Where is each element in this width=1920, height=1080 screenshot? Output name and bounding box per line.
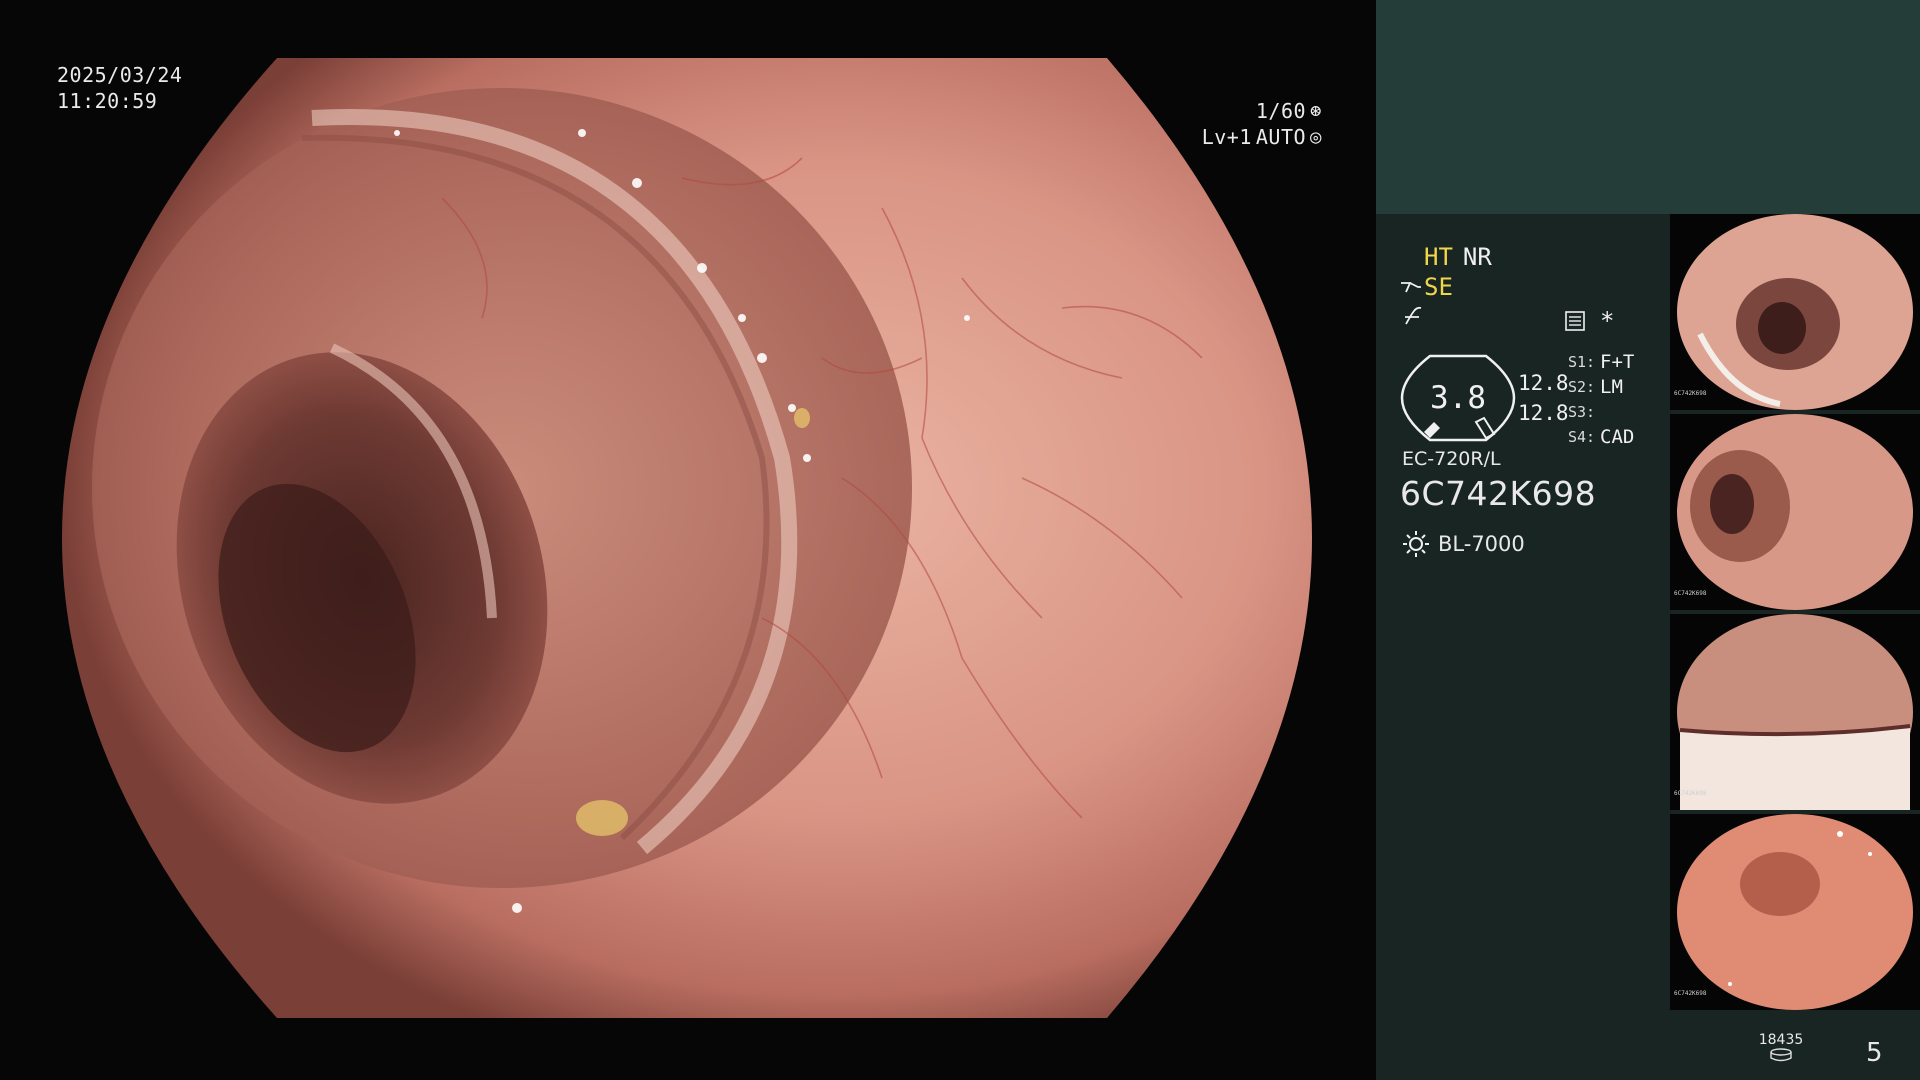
panel-header — [1376, 0, 1920, 214]
capture-counter: 18435 — [1756, 1032, 1806, 1066]
thumbnail-label: 6C742K698 — [1674, 590, 1707, 597]
storage-disk-icon — [1770, 1048, 1792, 1062]
page-number: 5 — [1866, 1038, 1883, 1068]
thumbnail-label: 6C742K698 — [1674, 390, 1707, 397]
switch-row-2: S2: LM — [1568, 375, 1634, 400]
light-source-model: BL-7000 — [1438, 532, 1525, 556]
iris-mode: AUTO — [1255, 125, 1307, 149]
color-mode-row — [1402, 304, 1424, 334]
thumbnail-image — [1677, 814, 1913, 1010]
enhance-level: Lv+1 — [1201, 125, 1252, 149]
switch-key: S3: — [1568, 403, 1596, 421]
shutter-icon: ⊛ — [1310, 100, 1322, 122]
light-source-icon — [1403, 531, 1429, 557]
switch-key: S4: — [1568, 428, 1596, 446]
image-mode-row: HT NR — [1424, 242, 1492, 272]
thumbnail-image — [1677, 614, 1913, 810]
gauge-readouts: 12.8 12.8 — [1518, 370, 1569, 426]
thumbnail-2[interactable]: 6C742K698 — [1670, 414, 1920, 610]
thumbnail-4[interactable]: 6C742K698 — [1670, 814, 1920, 1010]
capture-time: 11:20:59 — [57, 89, 158, 113]
gauge-top-value: 12.8 — [1518, 371, 1569, 395]
misc-status-icons: * — [1564, 306, 1614, 336]
endoscope-live-view — [62, 58, 1312, 1018]
switch-row-3: S3: — [1568, 400, 1634, 425]
thumbnail-label: 6C742K698 — [1674, 790, 1707, 797]
thumbnail-1[interactable]: 6C742K698 — [1670, 214, 1920, 410]
asterisk-indicator: * — [1600, 307, 1615, 335]
switch-key: S2: — [1568, 378, 1596, 396]
scope-serial: 6C742K698 — [1400, 474, 1597, 513]
thumbnail-3[interactable]: 6C742K698 — [1670, 614, 1920, 810]
capture-count: 18435 — [1758, 1032, 1804, 1048]
switch-row-4: S4: CAD — [1568, 425, 1634, 450]
switch-value: CAD — [1600, 426, 1635, 448]
switch-value: F+T — [1600, 351, 1635, 373]
structure-enhance-row: SE — [1400, 272, 1453, 302]
structure-label: SE — [1424, 273, 1453, 301]
mode-nr: NR — [1462, 243, 1492, 271]
thumbnail-image — [1677, 214, 1913, 410]
colon-image — [62, 58, 1312, 1018]
iris-gauge: 3.8 — [1400, 354, 1516, 442]
settings-menu-icon — [1565, 311, 1585, 331]
gauge-right-marker — [1474, 416, 1496, 440]
thumbnail-label: 6C742K698 — [1674, 990, 1707, 997]
switch-value: LM — [1600, 376, 1623, 398]
info-panel: HT NR SE * 3.8 12.8 12.8 S1: F+T S2: LM … — [1376, 0, 1920, 1080]
switch-row-1: S1: F+T — [1568, 350, 1634, 375]
structure-enhance-icon — [1401, 282, 1421, 293]
capture-date: 2025/03/24 — [57, 63, 183, 87]
switch-assignments: S1: F+T S2: LM S3: S4: CAD — [1568, 350, 1634, 450]
exposure-settings: 1/60 ⊛ Lv+1 AUTO ◎ — [1192, 98, 1322, 150]
light-source-row: BL-7000 — [1402, 530, 1525, 558]
color-mode-icon — [1405, 306, 1422, 325]
scope-model: EC-720R/L — [1402, 448, 1501, 470]
thumbnail-image — [1677, 414, 1913, 610]
switch-key: S1: — [1568, 353, 1596, 371]
gauge-value: 3.8 — [1430, 380, 1486, 416]
gauge-bottom-value: 12.8 — [1518, 401, 1569, 425]
mode-ht: HT — [1424, 243, 1453, 271]
date-time-display: 2025/03/24 11:20:59 — [57, 62, 182, 114]
shutter-speed: 1/60 — [1255, 99, 1307, 123]
iris-auto-icon: ◎ — [1310, 126, 1322, 148]
